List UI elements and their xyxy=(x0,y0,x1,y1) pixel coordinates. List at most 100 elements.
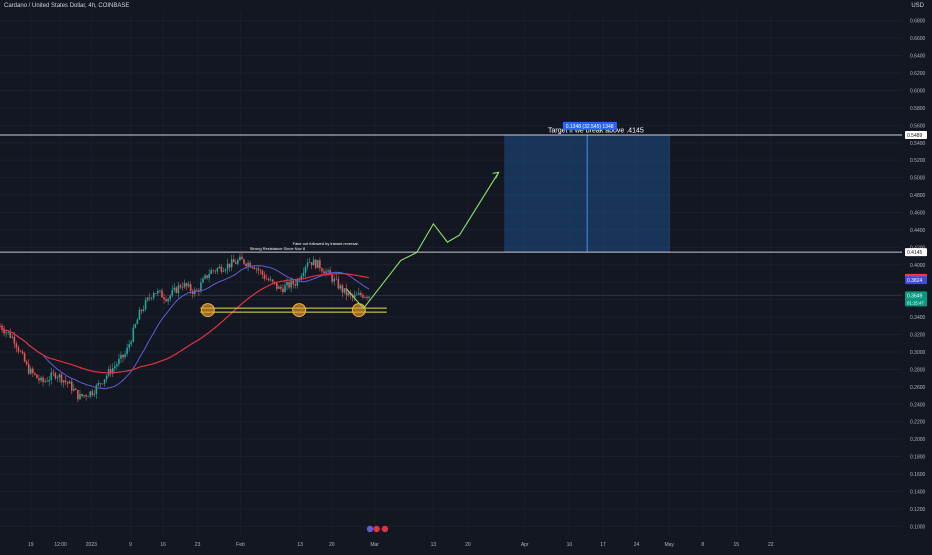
x-tick-label: 12:00 xyxy=(54,542,67,548)
symbol-title: Cardano / United States Dollar, 4h, COIN… xyxy=(4,3,130,9)
candle-body xyxy=(271,279,274,282)
y-tick-label: 0.6800 xyxy=(910,19,926,25)
candle-body xyxy=(212,270,215,271)
candle-body xyxy=(353,294,356,298)
candle-body xyxy=(150,297,153,299)
candle-body xyxy=(269,279,272,281)
target-box xyxy=(504,134,671,253)
candle-body xyxy=(36,374,38,379)
candle-body xyxy=(99,383,102,384)
projection-line xyxy=(346,172,500,310)
x-tick-label: Feb xyxy=(236,542,245,548)
candle-body xyxy=(358,292,360,295)
candle-body xyxy=(261,270,264,275)
chart-area[interactable]: Fake out followed by instant reversal. St… xyxy=(0,0,932,550)
candle-body xyxy=(183,283,186,288)
candle-body xyxy=(5,332,7,334)
x-axis[interactable]: 19 12:00 2023 9 16 23 Feb 13 20 Mar 13 20 Apr 10 17 24 M… xyxy=(28,542,774,548)
support-touch-marker xyxy=(292,303,307,318)
x-tick-label: 8 xyxy=(701,542,704,548)
y-tick-label: 0.4600 xyxy=(910,210,926,216)
candle-body xyxy=(19,351,22,352)
x-tick-label: 15 xyxy=(733,542,739,548)
candle-body xyxy=(216,268,219,272)
event-marker-icon xyxy=(366,525,374,533)
candle-body xyxy=(364,297,366,298)
us-flag-event-icon xyxy=(373,525,380,533)
candle-body xyxy=(278,286,280,289)
candle-body xyxy=(138,309,141,320)
candle-body xyxy=(267,278,270,281)
y-tick-label: 0.4800 xyxy=(910,193,926,199)
candle-body xyxy=(312,259,315,266)
x-tick-label: 2023 xyxy=(86,542,97,548)
candle-body xyxy=(175,287,178,293)
candle-body xyxy=(27,364,30,374)
event-markers[interactable] xyxy=(366,525,389,533)
y-tick-label: 0.2600 xyxy=(910,385,926,391)
candle-body xyxy=(237,260,239,264)
candle-body xyxy=(319,260,321,269)
candle-body xyxy=(337,279,340,289)
candle-body xyxy=(144,300,147,310)
candle-body xyxy=(105,375,108,380)
candle-body xyxy=(189,284,192,291)
candle-body xyxy=(83,395,85,397)
candle-body xyxy=(259,270,262,271)
candle-body xyxy=(196,289,198,291)
candle-body xyxy=(91,391,94,395)
candles xyxy=(0,253,370,403)
candle-body xyxy=(134,324,137,328)
candle-body xyxy=(360,292,362,295)
candle-body xyxy=(362,294,364,298)
y-tick-label: 0.5200 xyxy=(910,158,926,164)
candle-body xyxy=(247,262,249,267)
candle-body xyxy=(245,263,247,267)
candle-body xyxy=(97,383,100,386)
candle-body xyxy=(335,278,338,280)
candle-body xyxy=(343,288,346,293)
us-flag-event-icon xyxy=(381,525,389,533)
x-tick-label: 9 xyxy=(129,542,132,548)
candle-body xyxy=(210,270,212,274)
x-tick-label: Mar xyxy=(370,542,379,548)
candle-body xyxy=(66,381,69,384)
price-label-countdown: 01:15:47 xyxy=(907,300,924,305)
candle-body xyxy=(232,259,235,263)
candle-body xyxy=(50,372,53,380)
candle-body xyxy=(327,270,329,272)
candle-body xyxy=(87,396,89,398)
candle-body xyxy=(38,378,40,381)
y-tick-label: 0.6200 xyxy=(910,71,926,77)
chart-svg[interactable]: Fake out followed by instant reversal.St… xyxy=(0,0,932,550)
candle-body xyxy=(128,344,130,348)
candle-body xyxy=(132,327,135,342)
candle-body xyxy=(317,260,319,268)
x-tick-label: 19 xyxy=(28,542,34,548)
candle-body xyxy=(321,268,323,272)
candle-body xyxy=(214,270,217,272)
price-label-text: 0.4145 xyxy=(907,250,923,256)
candle-body xyxy=(85,395,87,397)
candle-body xyxy=(58,374,61,378)
x-tick-label: 13 xyxy=(297,542,303,548)
candle-body xyxy=(13,336,16,344)
candle-body xyxy=(93,394,96,395)
candle-body xyxy=(341,285,344,293)
candle-body xyxy=(204,275,206,279)
y-axis[interactable]: 0.6800 0.6600 0.6400 0.6200 0.6000 0.5800 0.56… xyxy=(905,19,927,531)
candle-body xyxy=(226,263,229,270)
candle-body xyxy=(25,361,28,365)
x-tick-label: 24 xyxy=(634,542,640,548)
candle-body xyxy=(366,297,368,298)
candle-body xyxy=(60,374,63,383)
level-lines xyxy=(0,134,902,296)
candle-body xyxy=(187,284,190,287)
y-tick-label: 0.6600 xyxy=(910,36,926,42)
candle-body xyxy=(124,354,126,358)
candle-body xyxy=(243,259,245,264)
candle-body xyxy=(200,282,202,292)
resistance-annotation: Strong Resistance Since Nov 8 xyxy=(250,246,306,251)
candle-body xyxy=(224,269,227,271)
candle-body xyxy=(114,366,116,369)
